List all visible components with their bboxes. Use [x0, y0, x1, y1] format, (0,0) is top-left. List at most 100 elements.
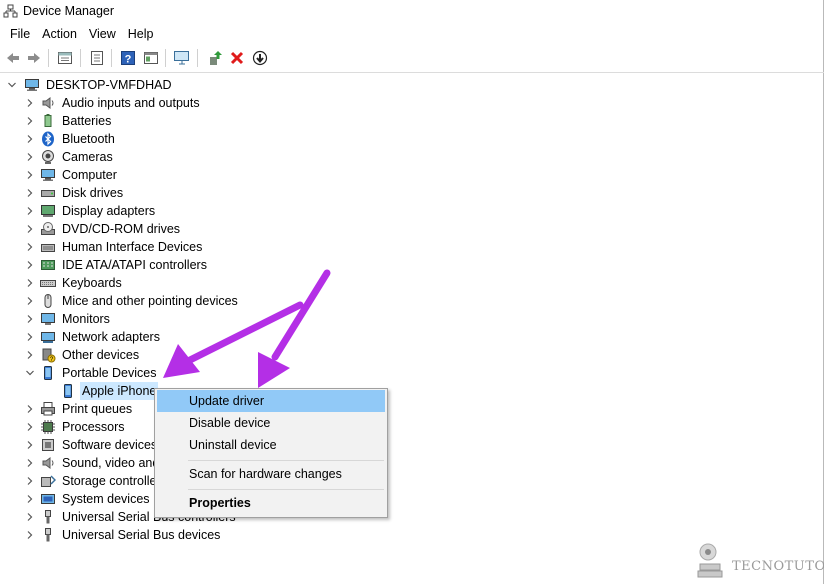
tree-category[interactable]: Bluetooth: [24, 130, 117, 148]
scan-hardware-menu-item[interactable]: Scan for hardware changes: [157, 463, 385, 485]
tree-category[interactable]: Monitors: [24, 310, 112, 328]
category-label: Display adapters: [62, 204, 156, 218]
chevron-right-icon[interactable]: [24, 292, 36, 310]
category-label: Print queues: [62, 402, 133, 416]
tree-category[interactable]: Disk drives: [24, 184, 125, 202]
tree-category[interactable]: Software devices: [24, 436, 159, 454]
scan-hardware-icon[interactable]: [172, 48, 192, 68]
display-adapter-icon: [40, 203, 56, 219]
tree-category[interactable]: Universal Serial Bus devices: [24, 526, 222, 544]
tree-category[interactable]: Network adapters: [24, 328, 162, 346]
device-apple-iphone[interactable]: Apple iPhone: [44, 382, 159, 400]
chevron-right-icon[interactable]: [24, 94, 36, 112]
processor-icon: [40, 419, 56, 435]
menu-file[interactable]: File: [4, 24, 36, 44]
menu-help[interactable]: Help: [122, 24, 160, 44]
back-icon[interactable]: [3, 48, 23, 68]
tree-category[interactable]: DVD/CD-ROM drives: [24, 220, 182, 238]
category-label: Storage controlle: [62, 474, 157, 488]
update-driver-icon[interactable]: [205, 48, 225, 68]
category-label: Bluetooth: [62, 132, 115, 146]
category-label: IDE ATA/ATAPI controllers: [62, 258, 207, 272]
chevron-right-icon[interactable]: [24, 328, 36, 346]
chevron-right-icon[interactable]: [24, 184, 36, 202]
tree-category[interactable]: Batteries: [24, 112, 113, 130]
forward-icon[interactable]: [24, 48, 44, 68]
help-icon[interactable]: ?: [118, 48, 138, 68]
chevron-right-icon[interactable]: [24, 112, 36, 130]
category-label: System devices: [62, 492, 150, 506]
tree-category[interactable]: Computer: [24, 166, 119, 184]
toolbar: ?: [0, 45, 824, 71]
panel-icon[interactable]: [141, 48, 161, 68]
tree-category[interactable]: Cameras: [24, 148, 115, 166]
tree-category[interactable]: Sound, video and: [24, 454, 161, 472]
update-driver-menu-item[interactable]: Update driver: [157, 390, 385, 412]
bluetooth-icon: [40, 131, 56, 147]
disable-device-menu-item[interactable]: Disable device: [157, 412, 385, 434]
speaker-icon: [40, 95, 56, 111]
chevron-right-icon[interactable]: [24, 346, 36, 364]
disable-device-icon[interactable]: [250, 48, 270, 68]
category-label: Portable Devices: [62, 366, 157, 380]
menu-view[interactable]: View: [83, 24, 122, 44]
chevron-right-icon[interactable]: [24, 508, 36, 526]
chevron-right-icon[interactable]: [24, 256, 36, 274]
tree-root[interactable]: DESKTOP-VMFDHAD: [6, 76, 173, 94]
keyboard-icon: [40, 275, 56, 291]
properties-menu-item[interactable]: Properties: [157, 492, 385, 514]
chevron-right-icon[interactable]: [24, 418, 36, 436]
system-icon: [40, 491, 56, 507]
chevron-right-icon[interactable]: [24, 274, 36, 292]
chevron-right-icon[interactable]: [24, 400, 36, 418]
tree-category[interactable]: Storage controlle: [24, 472, 159, 490]
menu-action[interactable]: Action: [36, 24, 83, 44]
category-label: Software devices: [62, 438, 158, 452]
uninstall-icon[interactable]: [227, 48, 247, 68]
chevron-down-icon[interactable]: [6, 76, 18, 94]
uninstall-device-menu-item[interactable]: Uninstall device: [157, 434, 385, 456]
chevron-right-icon[interactable]: [24, 454, 36, 472]
chevron-right-icon[interactable]: [24, 472, 36, 490]
printer-icon: [40, 401, 56, 417]
menu-separator: [188, 489, 384, 490]
category-label: Universal Serial Bus devices: [62, 528, 221, 542]
menu-bar: File Action View Help: [0, 24, 824, 44]
properties-view-icon[interactable]: [55, 48, 75, 68]
tree-category[interactable]: IDE ATA/ATAPI controllers: [24, 256, 209, 274]
chevron-right-icon[interactable]: [24, 310, 36, 328]
software-device-icon: [40, 437, 56, 453]
tree-category[interactable]: Human Interface Devices: [24, 238, 204, 256]
chevron-right-icon[interactable]: [24, 436, 36, 454]
tree-category[interactable]: ? Other devices: [24, 346, 141, 364]
chevron-right-icon[interactable]: [24, 130, 36, 148]
toolbar-divider: [0, 72, 824, 73]
tree-category[interactable]: Mice and other pointing devices: [24, 292, 240, 310]
svg-text:?: ?: [125, 54, 132, 66]
annotation-arrowhead: [258, 352, 290, 388]
list-icon[interactable]: [87, 48, 107, 68]
chevron-right-icon[interactable]: [24, 220, 36, 238]
tree-category-expanded[interactable]: Portable Devices: [24, 364, 159, 382]
tree-category[interactable]: Display adapters: [24, 202, 157, 220]
device-manager-app-icon: [3, 4, 18, 19]
chevron-right-icon[interactable]: [24, 238, 36, 256]
tree-category[interactable]: Audio inputs and outputs: [24, 94, 202, 112]
chevron-right-icon[interactable]: [24, 166, 36, 184]
chevron-right-icon[interactable]: [24, 490, 36, 508]
category-label: Mice and other pointing devices: [62, 294, 238, 308]
tree-category[interactable]: Processors: [24, 418, 127, 436]
toolbar-separator: [48, 49, 49, 67]
chevron-right-icon[interactable]: [24, 148, 36, 166]
context-menu: Update driver Disable device Uninstall d…: [154, 388, 388, 518]
chevron-down-icon[interactable]: [24, 364, 36, 382]
chevron-right-icon[interactable]: [24, 202, 36, 220]
tree-category[interactable]: System devices: [24, 490, 152, 508]
category-label: Batteries: [62, 114, 112, 128]
chevron-right-icon[interactable]: [24, 526, 36, 544]
usb-icon: [40, 509, 56, 525]
computer-icon: [40, 167, 56, 183]
watermark: TECNOTUTO: [694, 540, 824, 580]
tree-category[interactable]: Print queues: [24, 400, 134, 418]
tree-category[interactable]: Keyboards: [24, 274, 124, 292]
